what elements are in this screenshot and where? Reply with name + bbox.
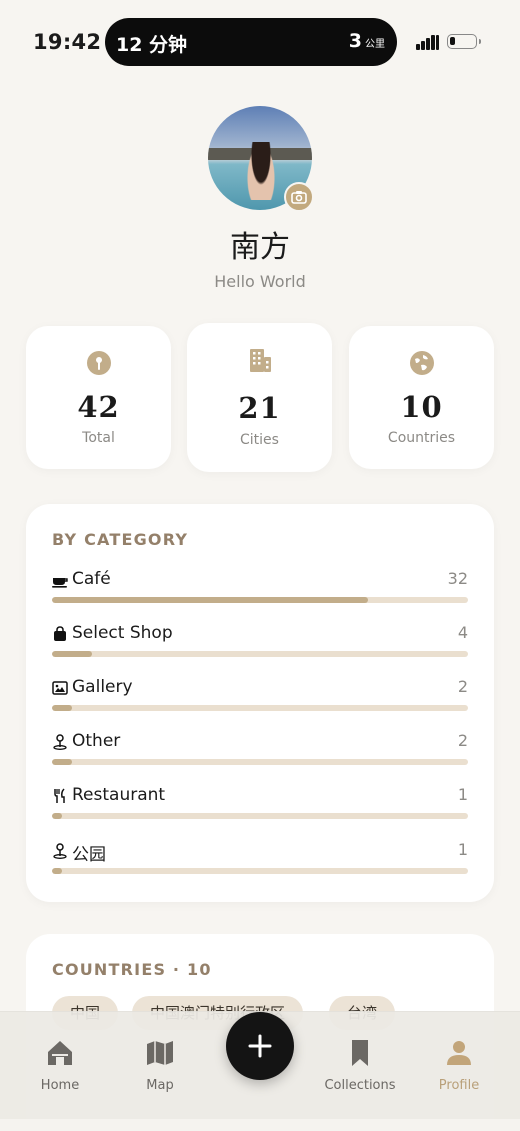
battery-icon: [447, 34, 481, 49]
camera-icon[interactable]: [284, 182, 314, 212]
category-progress-track: [52, 759, 468, 765]
category-progress-fill: [52, 597, 369, 603]
home-icon: [48, 1041, 72, 1065]
tab-label: Collections: [324, 1078, 396, 1093]
gallery-icon: [52, 681, 68, 695]
category-row-select-shop[interactable]: Select Shop 4: [52, 623, 468, 663]
home-indicator-area: [0, 1119, 520, 1131]
stat-card-countries[interactable]: 10 Countries: [349, 326, 494, 469]
island-distance-unit: 公里: [365, 39, 385, 50]
fork-knife-icon: [54, 788, 65, 803]
category-row-gallery[interactable]: Gallery 2: [52, 677, 468, 717]
building-icon: [249, 349, 271, 372]
tab-label: Home: [40, 1078, 80, 1093]
bookmark-icon: [352, 1040, 368, 1066]
category-label: Other: [72, 731, 121, 751]
category-label: Gallery: [72, 677, 133, 697]
category-section-title: BY CATEGORY: [52, 530, 189, 549]
category-progress-track: [52, 597, 468, 603]
category-progress-track: [52, 813, 468, 819]
shopping-bag-icon: [54, 626, 66, 641]
category-card: BY CATEGORY Café 32 Select Shop 4 Galler…: [26, 504, 494, 902]
category-progress-fill: [52, 651, 92, 657]
profile-name: 南方: [230, 230, 290, 265]
stat-value: 10: [400, 390, 443, 424]
plus-icon: [248, 1034, 272, 1058]
category-label: Select Shop: [72, 623, 173, 643]
category-row-restaurant[interactable]: Restaurant 1: [52, 785, 468, 825]
tab-home[interactable]: Home: [15, 1038, 105, 1093]
tab-label: Map: [146, 1078, 174, 1093]
island-distance: 3 公里: [349, 30, 385, 52]
stat-label: Cities: [240, 432, 279, 448]
category-progress-track: [52, 651, 468, 657]
category-label: Café: [72, 569, 111, 589]
profile-bio: Hello World: [214, 272, 306, 291]
category-count: 2: [457, 731, 468, 750]
tab-profile[interactable]: Profile: [414, 1038, 504, 1093]
category-count: 2: [457, 677, 468, 696]
tab-map[interactable]: Map: [115, 1038, 205, 1093]
stat-label: Countries: [387, 430, 456, 446]
category-progress-fill: [52, 813, 62, 819]
countries-section-title: COUNTRIES · 10: [52, 960, 212, 979]
category-count: 1: [457, 840, 468, 859]
coffee-icon: [52, 578, 68, 588]
category-progress-fill: [52, 759, 72, 765]
category-row-park[interactable]: 公园 1: [52, 840, 468, 880]
stat-card-total[interactable]: 42 Total: [26, 326, 171, 469]
category-label: 公园: [72, 845, 106, 865]
globe-icon: [409, 351, 434, 375]
signal-icon: [416, 34, 440, 50]
stat-value: 21: [238, 391, 281, 425]
tab-collections[interactable]: Collections: [315, 1038, 405, 1093]
add-button[interactable]: [226, 1012, 294, 1080]
category-progress-fill: [52, 868, 62, 874]
avatar-container[interactable]: [208, 106, 314, 212]
category-progress-fill: [52, 705, 72, 711]
category-progress-track: [52, 868, 468, 874]
stat-card-cities[interactable]: 21 Cities: [187, 323, 332, 472]
map-icon: [147, 1041, 173, 1065]
category-row-cafe[interactable]: Café 32: [52, 569, 468, 609]
map-pin-icon: [53, 734, 67, 750]
category-count: 4: [457, 623, 468, 642]
dynamic-island[interactable]: 12 分钟 3 公里: [105, 18, 397, 66]
status-time: 19:42: [33, 30, 102, 54]
category-label: Restaurant: [72, 785, 166, 805]
stat-value: 42: [77, 390, 120, 424]
map-pin-icon: [53, 843, 67, 859]
category-row-other[interactable]: Other 2: [52, 731, 468, 771]
tab-label: Profile: [438, 1078, 480, 1093]
category-count: 1: [457, 785, 468, 804]
profile-icon: [447, 1041, 471, 1065]
category-count: 32: [447, 569, 468, 588]
island-distance-value: 3: [348, 30, 362, 52]
status-bar: 19:42 12 分钟 3 公里: [0, 0, 520, 84]
category-progress-track: [52, 705, 468, 711]
stat-label: Total: [82, 430, 115, 446]
pin-icon: [86, 351, 111, 375]
island-duration: 12 分钟: [116, 34, 188, 56]
